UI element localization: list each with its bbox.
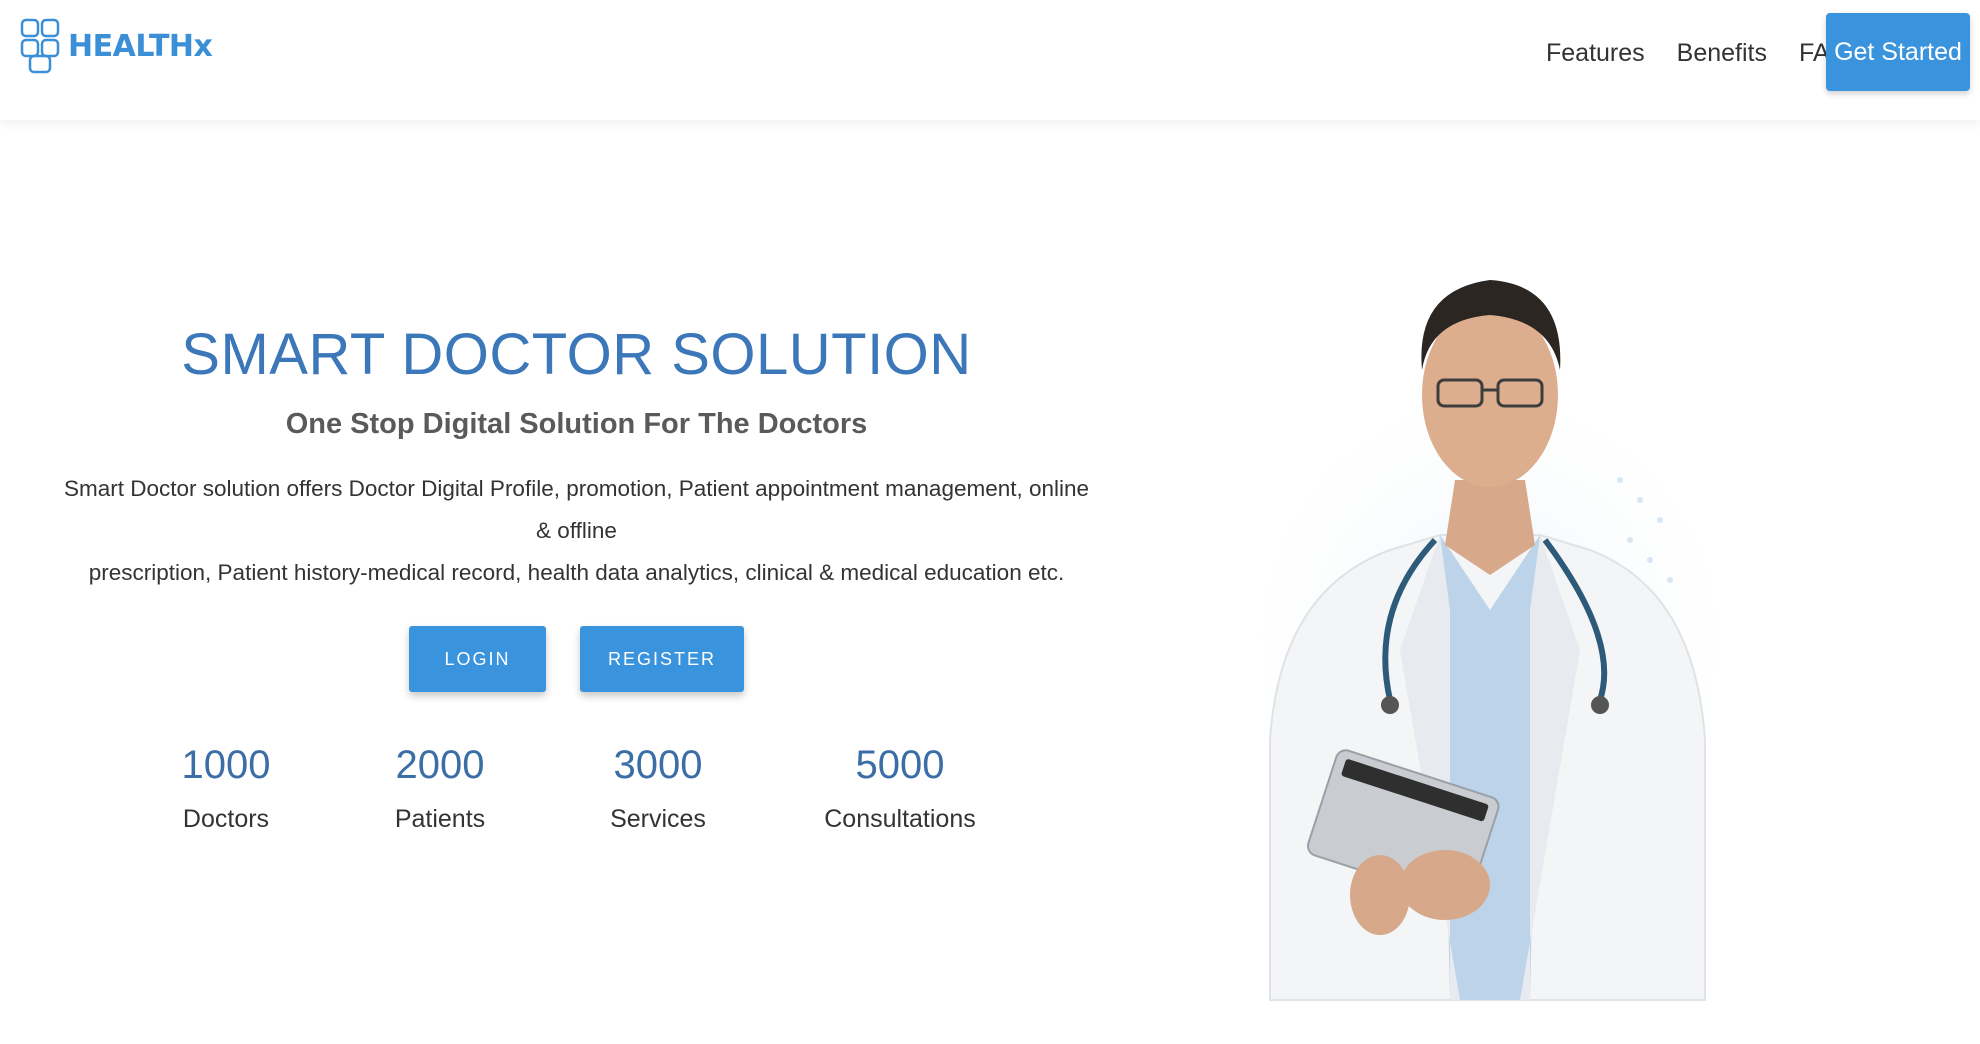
stat-value: 2000: [395, 743, 485, 787]
brand-logo[interactable]: HEALTHx: [20, 16, 213, 76]
get-started-button[interactable]: Get Started: [1826, 13, 1970, 91]
stat-services: 3000 Services: [548, 740, 768, 836]
stat-label: Patients: [394, 805, 486, 833]
nav-link-benefits[interactable]: Benefits: [1677, 34, 1767, 72]
top-navbar: HEALTHx Features Benefits FAQ Get Starte…: [0, 0, 1980, 120]
stat-patients: 2000 Patients: [330, 740, 550, 836]
nav-link-features[interactable]: Features: [1546, 34, 1645, 72]
health-logo-icon: [20, 18, 60, 74]
doctor-photo: [1220, 280, 1760, 1001]
stat-value: 1000: [181, 743, 271, 787]
stat-value: 3000: [613, 743, 703, 787]
stats-section: 1000 Doctors 2000 Patients 3000 Services…: [0, 740, 1100, 840]
stat-label: Consultations: [824, 805, 976, 833]
register-button[interactable]: REGISTER: [580, 626, 744, 692]
stat-doctors: 1000 Doctors: [116, 740, 336, 836]
page-subtitle: One Stop Digital Solution For The Doctor…: [285, 408, 868, 440]
stat-consultations: 5000 Consultations: [790, 740, 1010, 836]
stat-label: Doctors: [182, 805, 270, 833]
hero-section: SMART DOCTOR SOLUTION One Stop Digital S…: [60, 320, 1093, 692]
stat-value: 5000: [855, 743, 945, 787]
hero-description: Smart Doctor solution offers Doctor Digi…: [60, 468, 1093, 594]
page-title: SMART DOCTOR SOLUTION: [181, 322, 972, 387]
hero-description-line-2: prescription, Patient history-medical re…: [88, 560, 1065, 585]
login-button[interactable]: LOGIN: [409, 626, 546, 692]
hero-description-line-1: Smart Doctor solution offers Doctor Digi…: [63, 476, 1090, 543]
stat-label: Services: [610, 805, 706, 833]
hero-actions: LOGIN REGISTER: [60, 626, 1093, 692]
brand-name: HEALTHx: [68, 28, 213, 64]
